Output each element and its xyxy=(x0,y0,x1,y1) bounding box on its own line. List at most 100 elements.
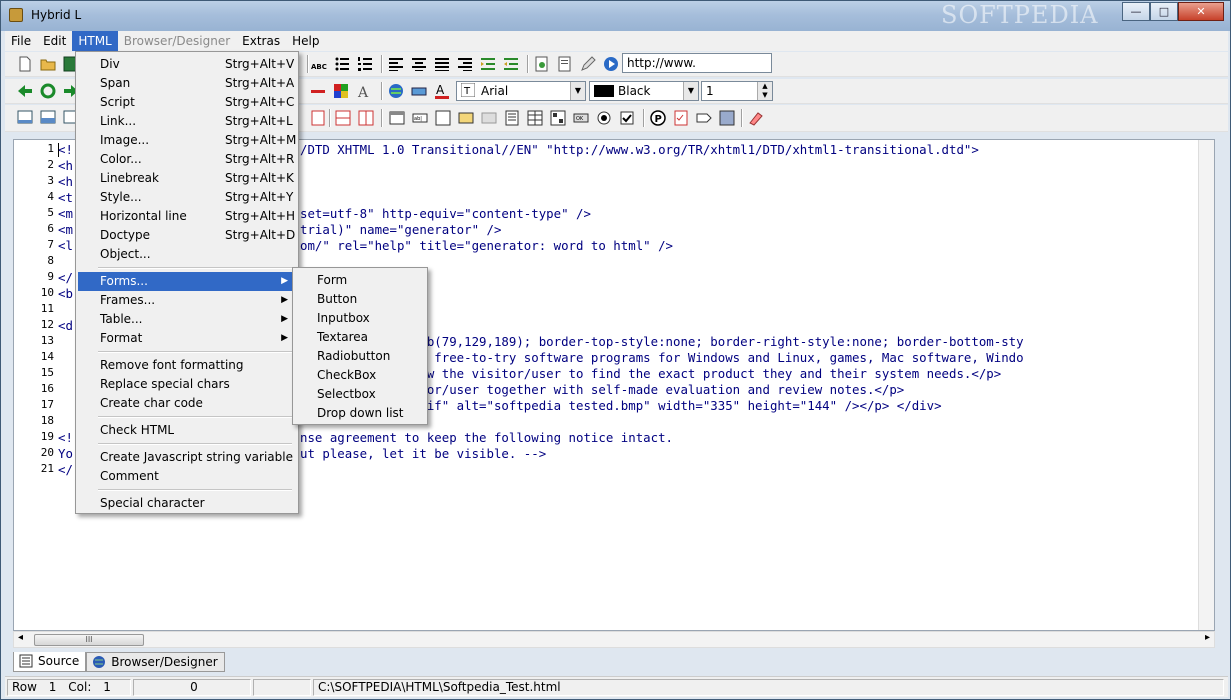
menu-item-image[interactable]: Image... Strg+Alt+M xyxy=(78,131,296,150)
button-field-icon[interactable] xyxy=(481,110,497,126)
font-size-stepper[interactable]: 1 ▲ ▼ xyxy=(701,81,773,101)
close-button[interactable]: ✕ xyxy=(1178,2,1224,21)
document-icon[interactable] xyxy=(557,56,573,72)
eraser-icon[interactable] xyxy=(748,110,764,126)
scroll-thumb[interactable]: III xyxy=(34,634,144,646)
table-field-icon[interactable] xyxy=(527,110,543,126)
split-icon[interactable] xyxy=(335,110,351,126)
submenu-item-drop-down-list[interactable]: Drop down list xyxy=(295,404,425,423)
title-bar[interactable]: Hybrid L SOFTPEDIA — □ ✕ xyxy=(1,1,1230,31)
pencil-icon[interactable] xyxy=(580,56,596,72)
outdent-icon[interactable] xyxy=(503,56,519,72)
menu-item-format[interactable]: Format ▶ xyxy=(78,329,296,348)
chevron-down-icon[interactable]: ▼ xyxy=(570,82,585,100)
refresh-icon[interactable] xyxy=(40,83,56,99)
tag-icon[interactable] xyxy=(696,110,712,126)
menu-item-replace-special-chars[interactable]: Replace special chars xyxy=(78,375,296,394)
font-color-icon[interactable]: A xyxy=(434,83,450,99)
align-left-icon[interactable] xyxy=(388,56,404,72)
go-play-icon[interactable] xyxy=(603,56,619,72)
frame-icon[interactable] xyxy=(310,110,326,126)
menu-file[interactable]: File xyxy=(5,31,37,51)
menu-item-linebreak[interactable]: Linebreak Strg+Alt+K xyxy=(78,169,296,188)
svg-text:A: A xyxy=(436,83,445,97)
spellcheck-icon[interactable]: ABC xyxy=(311,57,327,73)
menu-edit[interactable]: Edit xyxy=(37,31,72,51)
url-input[interactable]: http://www. xyxy=(622,53,772,73)
font-family-select[interactable]: T Arial ▼ xyxy=(456,81,586,101)
radio-icon[interactable] xyxy=(596,110,612,126)
numbered-list-icon[interactable] xyxy=(357,56,373,72)
scroll-right-arrow[interactable]: ▸ xyxy=(1205,632,1210,643)
layout-icon-2[interactable] xyxy=(40,109,56,125)
menu-item-style[interactable]: Style... Strg+Alt+Y xyxy=(78,188,296,207)
code-line-prefix: <h xyxy=(58,174,73,189)
new-file-icon[interactable] xyxy=(17,56,33,72)
menu-item-object[interactable]: Object... xyxy=(78,245,296,264)
image-field-icon[interactable] xyxy=(458,110,474,126)
merge-icon[interactable] xyxy=(358,110,374,126)
form-icon[interactable] xyxy=(389,110,405,126)
checkbox-icon[interactable] xyxy=(619,110,635,126)
menu-item-script[interactable]: Script Strg+Alt+C xyxy=(78,93,296,112)
align-right-icon[interactable] xyxy=(457,56,473,72)
menu-item-horizontal-line[interactable]: Horizontal line Strg+Alt+H xyxy=(78,207,296,226)
menu-item-color[interactable]: Color... Strg+Alt+R xyxy=(78,150,296,169)
menu-item-link[interactable]: Link... Strg+Alt+L xyxy=(78,112,296,131)
back-arrow-icon[interactable] xyxy=(17,83,33,99)
ok-button-icon[interactable]: OK xyxy=(573,110,589,126)
textarea-icon[interactable] xyxy=(435,110,451,126)
color-select[interactable]: Black ▼ xyxy=(589,81,699,101)
globe-icon[interactable] xyxy=(388,83,404,99)
menu-item-special-character[interactable]: Special character xyxy=(78,494,296,513)
align-center-icon[interactable] xyxy=(411,56,427,72)
checklist-icon[interactable] xyxy=(673,110,689,126)
stepper-arrows-icon[interactable]: ▲ ▼ xyxy=(757,82,772,100)
tab-browser-designer[interactable]: Browser/Designer xyxy=(86,652,225,672)
menu-item-remove-font-formatting[interactable]: Remove font formatting xyxy=(78,356,296,375)
bullet-list-icon[interactable] xyxy=(334,56,350,72)
font-a-icon[interactable]: A xyxy=(356,83,372,99)
chevron-down-icon[interactable]: ▼ xyxy=(683,82,698,100)
tab-source[interactable]: Source xyxy=(13,652,87,672)
vertical-scrollbar[interactable] xyxy=(1198,140,1214,630)
submenu-item-button[interactable]: Button xyxy=(295,290,425,309)
submenu-item-selectbox[interactable]: Selectbox xyxy=(295,385,425,404)
menu-help[interactable]: Help xyxy=(286,31,325,51)
submenu-item-checkbox[interactable]: CheckBox xyxy=(295,366,425,385)
php-icon[interactable]: P xyxy=(650,110,666,126)
red-line-icon[interactable] xyxy=(310,83,326,99)
horizontal-scrollbar[interactable]: ◂ III ▸ xyxy=(13,631,1215,648)
grid-field-icon[interactable] xyxy=(550,110,566,126)
indent-icon[interactable] xyxy=(480,56,496,72)
submenu-item-radiobutton[interactable]: Radiobutton xyxy=(295,347,425,366)
menu-item-span[interactable]: Span Strg+Alt+A xyxy=(78,74,296,93)
preview-icon[interactable] xyxy=(534,56,550,72)
grid-table-icon[interactable] xyxy=(719,110,735,126)
minimize-button[interactable]: — xyxy=(1122,2,1150,21)
menu-item-div[interactable]: Div Strg+Alt+V xyxy=(78,55,296,74)
menu-item-comment[interactable]: Comment xyxy=(78,467,296,486)
line-number: 12 xyxy=(40,318,54,331)
menu-extras[interactable]: Extras xyxy=(236,31,286,51)
align-justify-icon[interactable] xyxy=(434,56,450,72)
menu-item-doctype[interactable]: Doctype Strg+Alt+D xyxy=(78,226,296,245)
highlight-icon[interactable] xyxy=(411,83,427,99)
menu-html[interactable]: HTML xyxy=(72,31,118,51)
textfield-icon[interactable]: ab| xyxy=(412,110,428,126)
color-grid-icon[interactable] xyxy=(333,83,349,99)
menu-item-forms[interactable]: Forms... ▶ xyxy=(78,272,296,291)
submenu-item-textarea[interactable]: Textarea xyxy=(295,328,425,347)
menu-item-create-char-code[interactable]: Create char code xyxy=(78,394,296,413)
scroll-left-arrow[interactable]: ◂ xyxy=(18,632,23,643)
menu-item-check-html[interactable]: Check HTML xyxy=(78,421,296,440)
menu-item-frames[interactable]: Frames... ▶ xyxy=(78,291,296,310)
submenu-item-form[interactable]: Form xyxy=(295,271,425,290)
layout-icon-1[interactable] xyxy=(17,109,33,125)
submenu-item-inputbox[interactable]: Inputbox xyxy=(295,309,425,328)
open-folder-icon[interactable] xyxy=(40,56,56,72)
maximize-button[interactable]: □ xyxy=(1150,2,1178,21)
list-field-icon[interactable] xyxy=(504,110,520,126)
menu-item-create-javascript-string-variable[interactable]: Create Javascript string variable xyxy=(78,448,296,467)
menu-item-table[interactable]: Table... ▶ xyxy=(78,310,296,329)
